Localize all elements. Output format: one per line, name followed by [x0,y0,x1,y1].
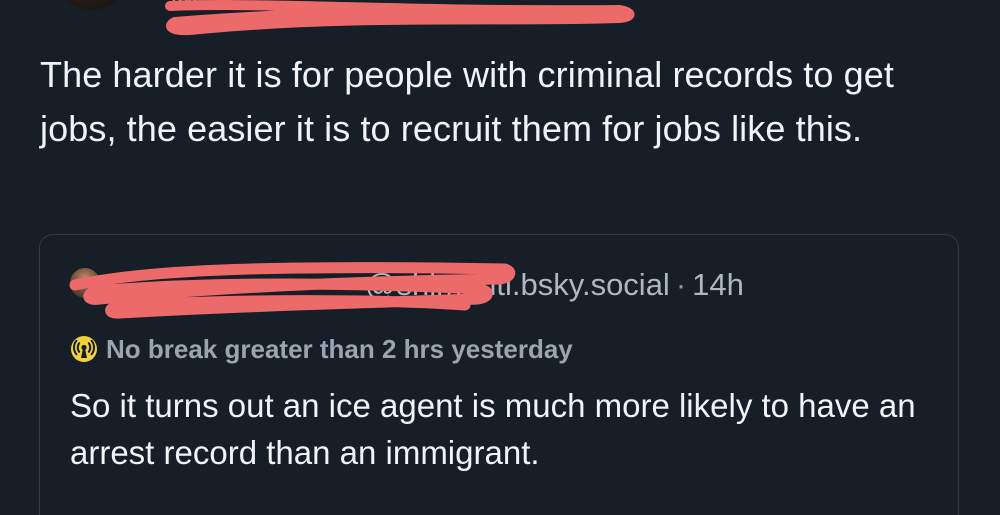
post-view: @ The harder it is for people with crimi… [0,0,1000,515]
post-timestamp[interactable]: 14h [692,267,744,302]
quoted-author-handle[interactable]: @shimanti.bsky.social [365,267,670,302]
quoted-author-row[interactable]: @shimanti.bsky.social · 14h [112,266,744,304]
content-label-row[interactable]: No break greater than 2 hrs yesterday [70,333,573,365]
quoted-author-avatar[interactable] [70,268,100,298]
separator-dot: · [675,267,687,302]
broadcast-icon [71,336,97,362]
content-label-text: No break greater than 2 hrs yesterday [106,333,573,364]
post-text: The harder it is for people with crimina… [40,54,894,149]
redaction-scribble-top [165,0,635,36]
quoted-post-text: So it turns out an ice agent is much mor… [70,387,916,471]
author-avatar[interactable] [52,0,132,10]
author-handle-redacted[interactable]: @ [170,0,200,12]
